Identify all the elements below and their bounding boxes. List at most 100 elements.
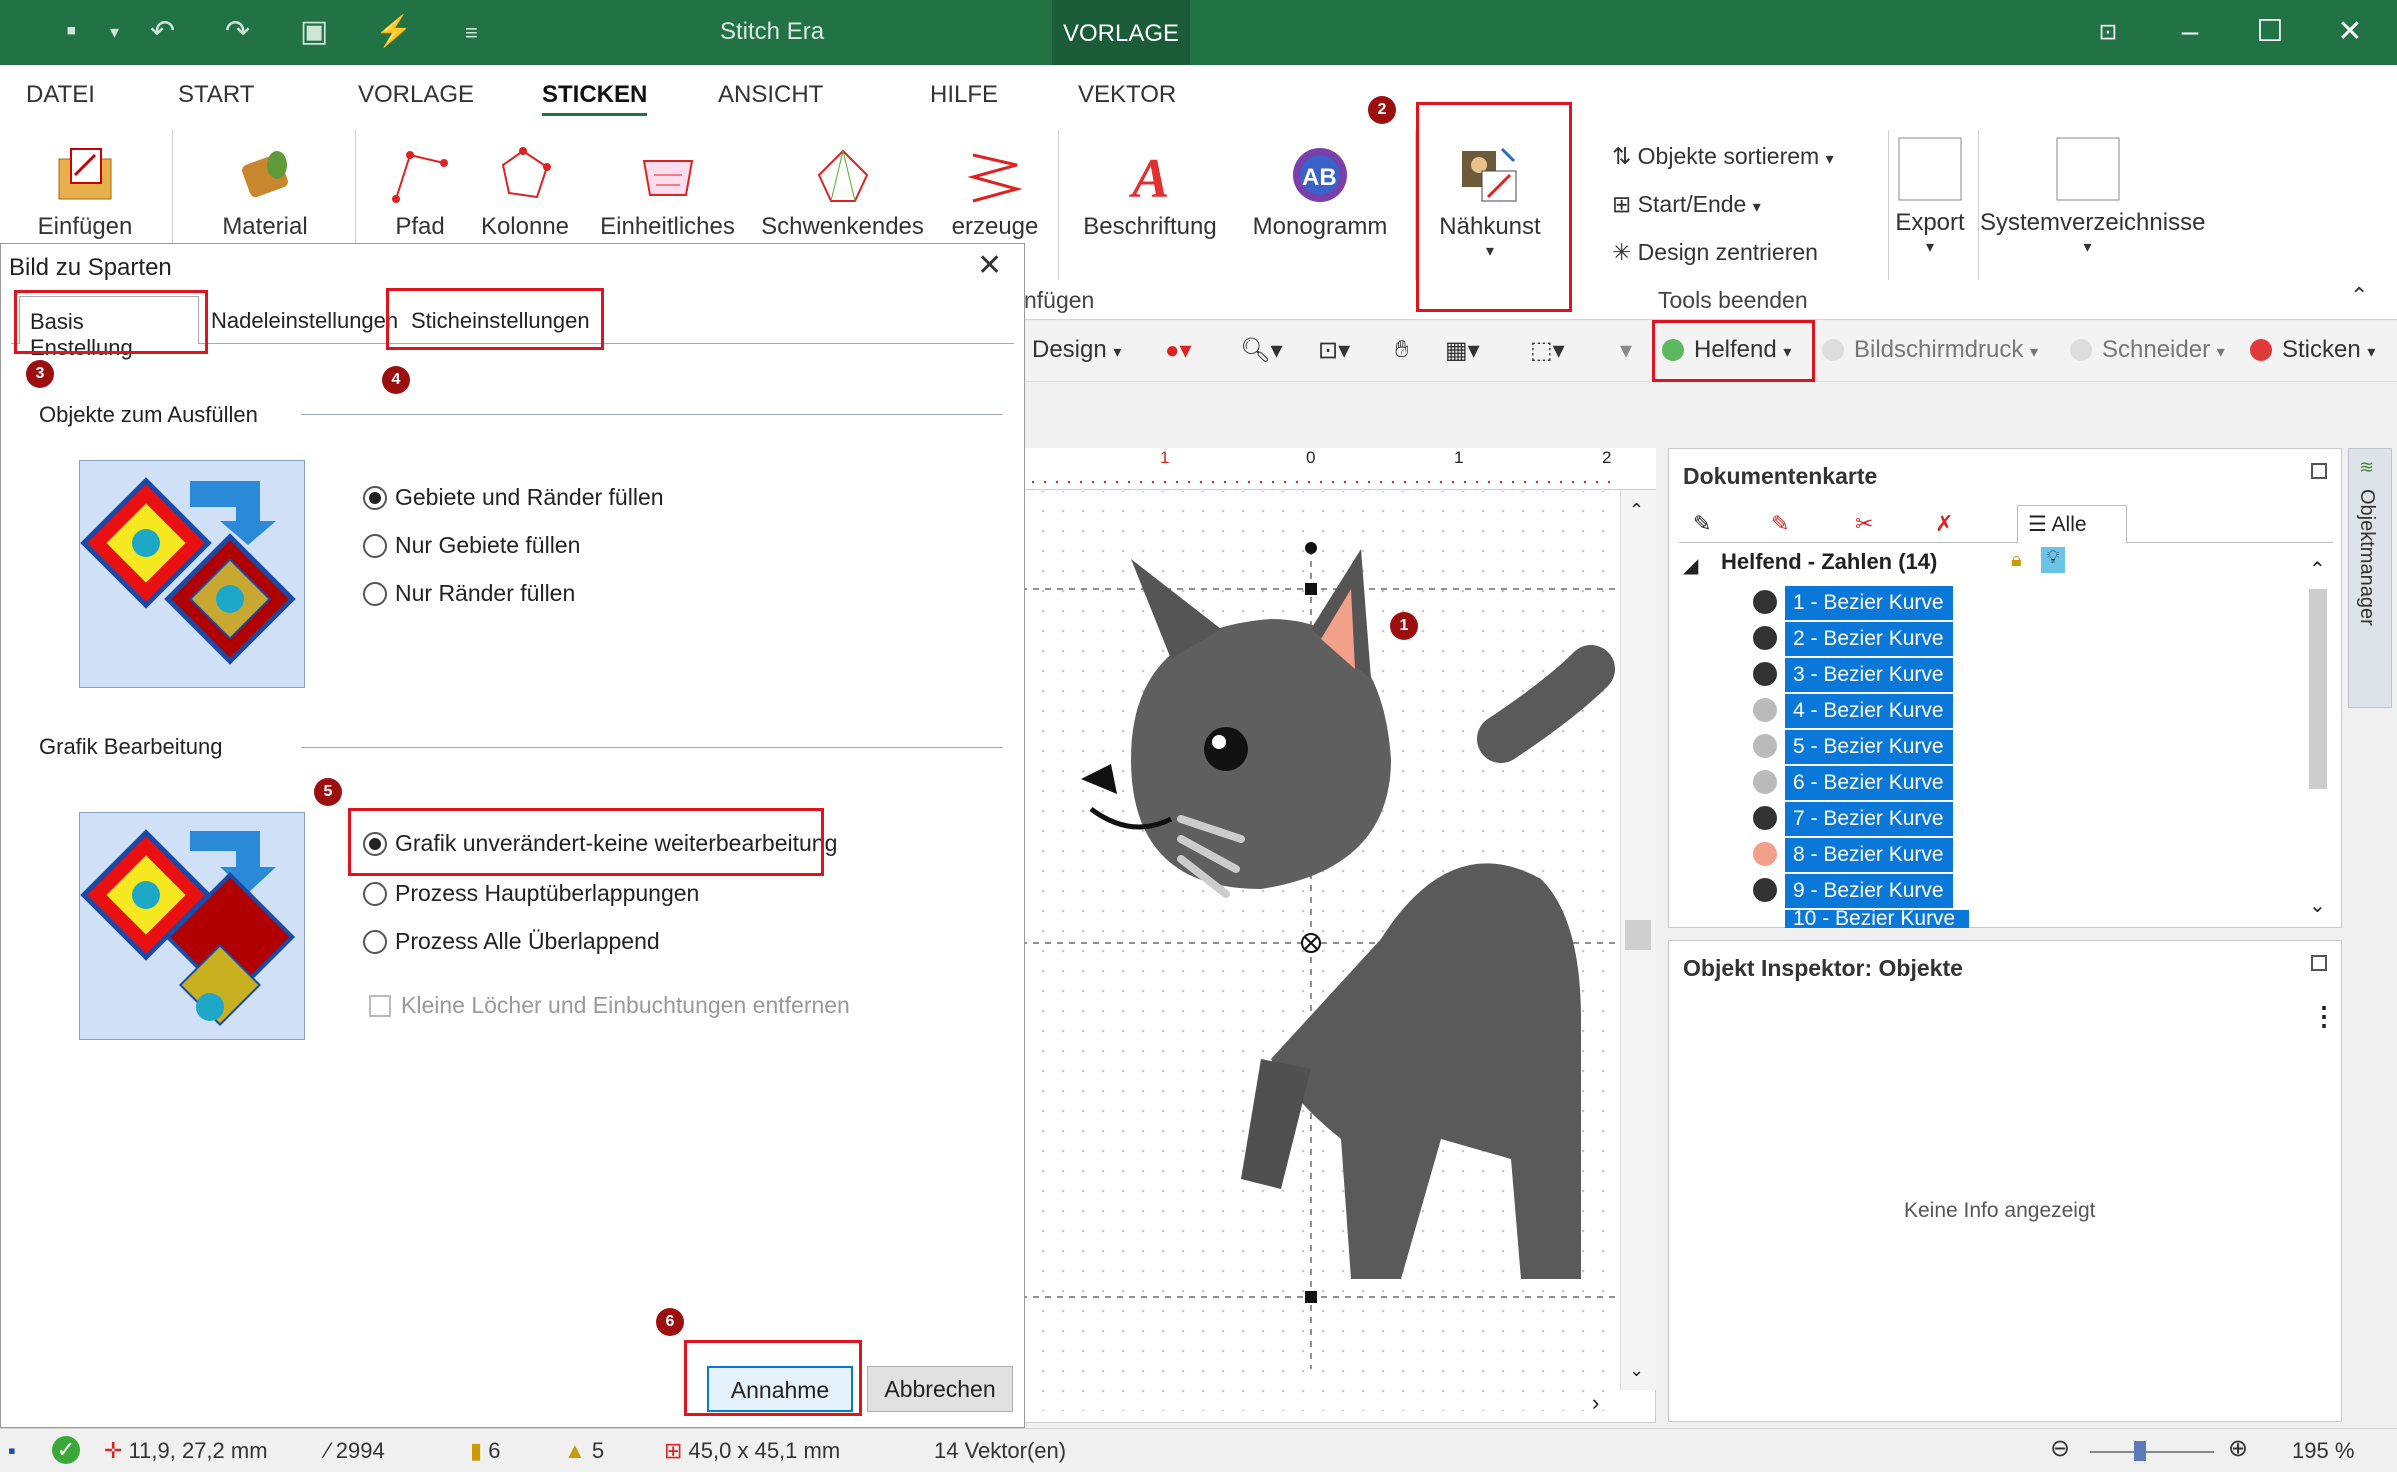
color-picker-icon[interactable]: ●▾ [1165,336,1192,365]
center-design-button[interactable]: ✳ Design zentrieren [1612,239,1818,266]
tab-start[interactable]: START [178,81,254,109]
sort-objects-button[interactable]: ⇅ Objekte sortierem ▾ [1612,143,1834,170]
tab-all[interactable]: ☰ Alle [2017,505,2127,543]
brush-icon[interactable]: ✎ [1771,511,1789,537]
list-item[interactable]: 6 - Bezier Kurve [1785,766,1953,800]
dropdown-icon[interactable]: ▾ [110,22,119,43]
kolonne-button[interactable]: Kolonne [470,145,580,241]
list-item[interactable]: 7 - Bezier Kurve [1785,802,1953,836]
schneider-layer-button[interactable]: Schneider ▾ [2070,336,2225,364]
monogramm-button[interactable]: AB Monogramm [1245,145,1395,241]
layer-group-label[interactable]: Helfend - Zahlen (14) [1721,549,1937,575]
sticken-layer-button[interactable]: Sticken ▾ [2250,336,2375,364]
canvas-vertical-scrollbar[interactable]: ⌃ ⌄ [1620,490,1656,1390]
section-fill-label: Objekte zum Ausfüllen [39,402,258,427]
grid-icon[interactable]: ▦▾ [1445,336,1480,365]
bulb-icon[interactable]: 💡︎ [2041,547,2065,573]
einfuegen-button[interactable]: Einfügen [30,145,140,241]
stitch-icon[interactable]: ✗ [1935,511,1953,537]
tab-ansicht[interactable]: ANSICHT [718,81,823,109]
maximize-button[interactable]: ☐ [2240,8,2300,56]
systemverzeichnisse-button[interactable]: Systemverzeichnisse ▾ [1980,137,2205,257]
list-item[interactable]: 8 - Bezier Kurve [1785,838,1953,872]
remove-holes-checkbox[interactable]: Kleine Löcher und Einbuchtungen entferne… [369,992,850,1019]
list-item[interactable]: 5 - Bezier Kurve [1785,730,1953,764]
step-badge: 6 [656,1308,684,1336]
clipboard-icon[interactable]: ▣ [300,14,328,49]
minimize-button[interactable]: – [2160,8,2220,56]
zoom-page-icon[interactable]: ⊡▾ [1318,336,1350,365]
highlight-naehkunst [1416,102,1572,312]
hand-icon[interactable]: ✋︎ [1395,336,1409,364]
pencil-icon[interactable]: ✎ [1693,511,1711,537]
material-button[interactable]: Material [215,145,315,241]
tab-sticken[interactable]: STICKEN [542,81,648,116]
list-scroll-down-icon[interactable]: ⌄ [2309,893,2326,918]
zoom-icon[interactable]: 🔍︎▾ [1240,336,1283,365]
schwenkendes-button[interactable]: Schwenkendes [760,145,925,241]
list-scroll-up-icon[interactable]: ⌃ [2309,557,2326,582]
tab-nadeleinstellungen[interactable]: Nadeleinstellungen [201,296,398,344]
scroll-down-icon[interactable]: ⌄ [1629,1360,1644,1381]
tab-vektor[interactable]: VEKTOR [1078,81,1176,109]
save-icon[interactable]: ▪ [66,14,77,48]
export-button[interactable]: Export ▾ [1890,137,1970,257]
zoom-slider-thumb[interactable] [2134,1441,2146,1461]
radio-fill-borders[interactable]: Nur Ränder füllen [363,580,575,607]
material-icon [242,151,288,198]
beschriftung-button[interactable]: A Beschriftung [1075,145,1225,241]
collapse-ribbon-icon[interactable]: ⌃ [2350,283,2368,309]
zoom-out-icon[interactable]: ⊖ [2050,1434,2070,1463]
context-tab[interactable]: VORLAGE [1052,0,1190,65]
cat-design[interactable] [1021,499,1621,1359]
bildschirmdruck-layer-button[interactable]: Bildschirmdruck ▾ [1822,336,2038,364]
redo-icon[interactable]: ↷ [225,14,250,49]
scroll-up-icon[interactable]: ⌃ [1629,500,1644,521]
list-item[interactable]: 9 - Bezier Kurve [1785,874,1953,908]
lightning-icon[interactable]: ⚡ [375,14,412,49]
scroll-right-icon[interactable]: › [1592,1390,1599,1416]
tab-vorlage[interactable]: VORLAGE [358,81,474,109]
panel-maximize-icon[interactable] [2311,955,2327,971]
radio-graphic-main-overlaps[interactable]: Prozess Hauptüberlappungen [363,880,699,907]
list-item[interactable]: 10 - Bezier Kurve [1785,910,1969,928]
graphic-illustration [79,812,305,1040]
start-end-button[interactable]: ⊞ Start/Ende ▾ [1612,191,1761,218]
more-options-icon[interactable]: ⋮ [2311,1001,2337,1032]
customize-icon[interactable]: ≡ [465,20,478,46]
panel-maximize-icon[interactable] [2311,463,2327,479]
scroll-thumb[interactable] [1625,920,1651,950]
object-manager-tab[interactable]: ≋ Objektmanager [2348,448,2392,708]
restore-ribbon-icon[interactable]: ⊡ [2078,8,2138,56]
status-bar: ▪ ✓ ✛ 11,9, 27,2 mm ⁄ 2994 ▮ 6 ▲ 5 ⊞ 45,… [0,1428,2397,1472]
highlight-ok-button [684,1340,862,1416]
design-canvas[interactable] [1020,448,1656,1423]
collapse-icon[interactable]: ◢ [1683,553,1698,578]
tab-datei[interactable]: DATEI [26,81,95,109]
close-button[interactable]: ✕ [2320,8,2380,56]
lock-icon[interactable]: 🔒︎ [2011,549,2022,572]
radio-fill-areas[interactable]: Nur Gebiete füllen [363,532,580,559]
select-zoom-icon[interactable]: ⬚▾ [1530,336,1565,365]
objects-icon: ▲ [564,1438,592,1463]
pfad-button[interactable]: Pfad [385,145,455,241]
list-item[interactable]: 3 - Bezier Kurve [1785,658,1953,692]
radio-fill-all[interactable]: Gebiete und Ränder füllen [363,484,664,511]
design-dropdown[interactable]: Design ▾ [1032,336,1121,364]
toolbar-dropdown-icon[interactable]: ▾ [1620,336,1632,365]
list-item[interactable]: 2 - Bezier Kurve [1785,622,1953,656]
erzeuge-button[interactable]: erzeuge [945,145,1045,241]
scissors-icon[interactable]: ✂ [1855,511,1873,537]
step-badge: 3 [26,360,54,388]
dialog-close-icon[interactable]: ✕ [977,248,1002,283]
list-scroll-thumb[interactable] [2309,589,2327,789]
zoom-in-icon[interactable]: ⊕ [2228,1434,2248,1463]
tab-hilfe[interactable]: HILFE [930,81,998,109]
list-item[interactable]: 1 - Bezier Kurve [1785,586,1953,620]
zoom-slider[interactable] [2090,1451,2214,1453]
einheitliches-button[interactable]: Einheitliches [595,145,740,241]
radio-graphic-all-overlaps[interactable]: Prozess Alle Überlappend [363,928,660,955]
cancel-button[interactable]: Abbrechen [867,1366,1013,1412]
list-item[interactable]: 4 - Bezier Kurve [1785,694,1953,728]
undo-icon[interactable]: ↶ [150,14,175,49]
